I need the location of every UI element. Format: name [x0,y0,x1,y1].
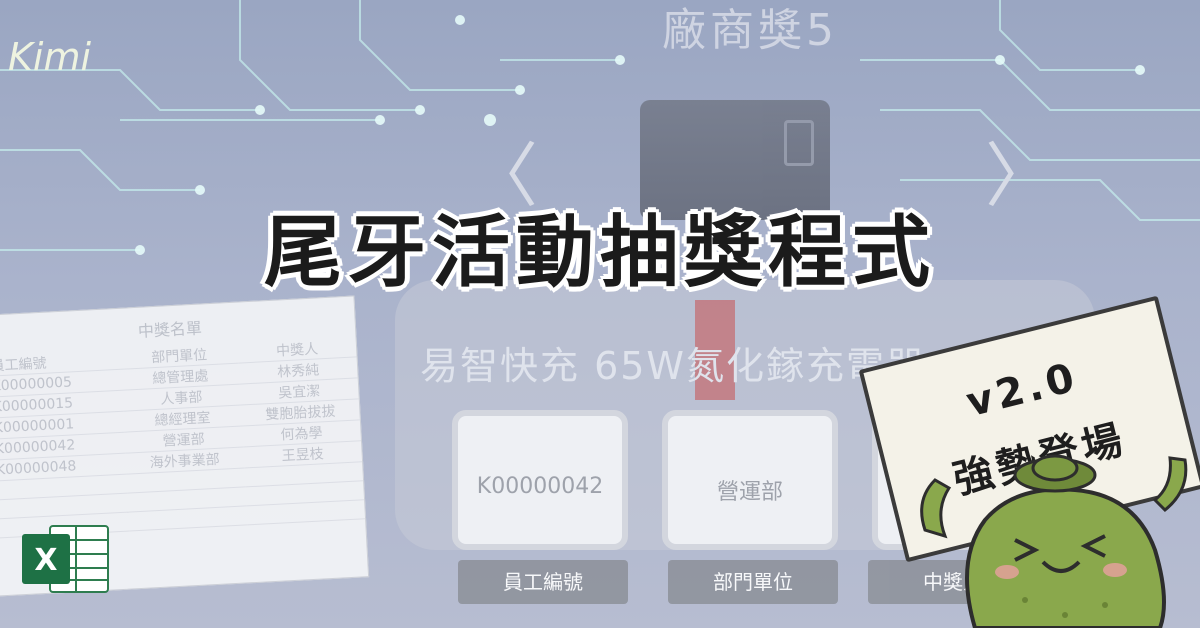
employee-id-value: K00000042 [476,474,604,499]
svg-text:X: X [34,543,57,578]
banner: Kimi 廠商獎5 〈 〉 易智快充 65W氮化鎵充電器 K00000042 營… [0,0,1200,628]
prize-title: 廠商獎5 [662,5,838,56]
department-card: 營運部 [662,410,838,550]
product-name: 易智快充 65W氮化鎵充電器 [420,344,927,388]
pickle-mascot [920,454,1188,628]
department-label: 部門單位 [668,560,838,604]
employee-id-label: 員工編號 [458,560,628,604]
department-value: 營運部 [716,480,783,505]
excel-icon: X [22,525,109,593]
svg-text:Kimi: Kimi [8,35,91,79]
employee-id-card: K00000042 [452,410,628,550]
kimi-logo: Kimi [8,35,91,79]
winner-table: 員工編號 部門單位 中獎人 K00000005 總管理處 林秀純 K000000… [0,336,366,539]
main-title: 尾牙活動抽獎程式 [263,208,936,298]
usb-port-icon [784,120,814,166]
